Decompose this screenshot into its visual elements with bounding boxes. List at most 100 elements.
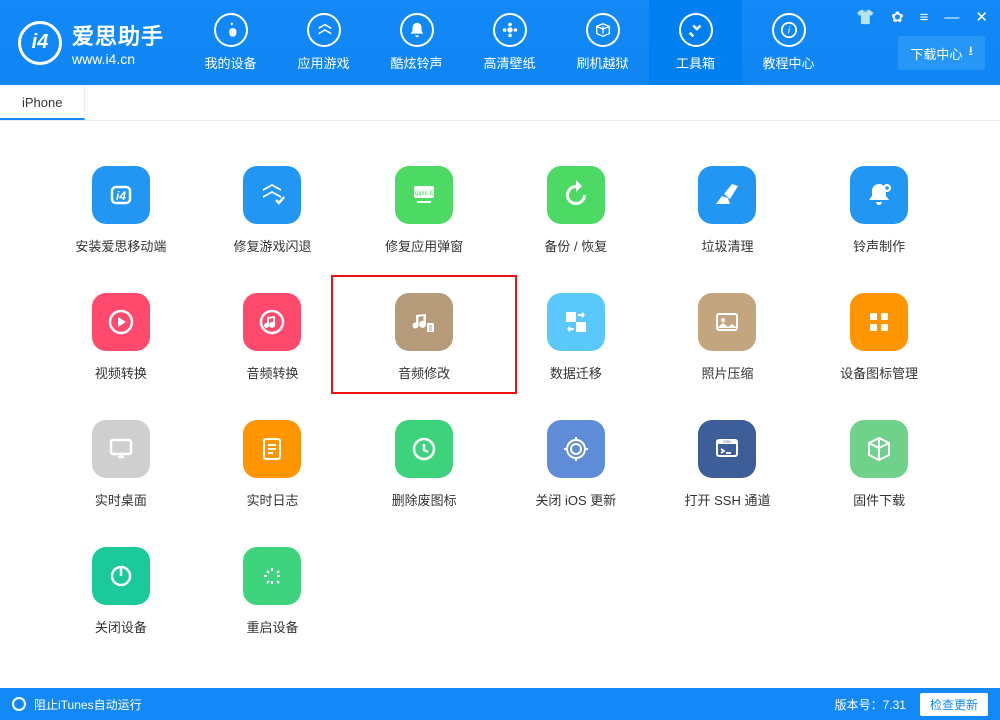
nav-item-1[interactable]: 应用游戏 xyxy=(277,0,370,85)
tool-play[interactable]: 视频转换 xyxy=(60,293,182,382)
download-icon: ⭳ xyxy=(968,42,973,64)
tool-music[interactable]: 音频转换 xyxy=(212,293,334,382)
tool-label: 修复游戏闪退 xyxy=(233,236,311,255)
tool-label: 关闭 iOS 更新 xyxy=(535,490,616,509)
tool-label: 音频转换 xyxy=(246,363,298,382)
tool-label: 固件下载 xyxy=(853,490,905,509)
nav-label: 工具箱 xyxy=(676,53,715,72)
tool-clock[interactable]: 删除废图标 xyxy=(363,420,485,509)
itunes-toggle[interactable]: 阻止iTunes自动运行 xyxy=(12,696,142,713)
nav-label: 刷机越狱 xyxy=(577,53,629,72)
app-logo: i4 爱思助手 www.i4.cn xyxy=(18,19,164,67)
box-icon xyxy=(586,13,620,47)
nav-item-0[interactable]: 我的设备 xyxy=(184,0,277,85)
cube-icon xyxy=(850,420,908,478)
tool-ssh[interactable]: SSH打开 SSH 通道 xyxy=(667,420,789,509)
tool-i4[interactable]: i4安装爱思移动端 xyxy=(60,166,182,255)
app-header: i4 爱思助手 www.i4.cn 我的设备 应用游戏 酷炫铃声 高清壁纸刷机越狱 工具… xyxy=(0,0,1000,85)
tools-grid: i4安装爱思移动端修复游戏闪退 Apple ID 修复应用弹窗 备份 / 恢复 垃圾清理… xyxy=(60,166,940,636)
power-icon xyxy=(92,547,150,605)
tool-apps-check[interactable]: 修复游戏闪退 xyxy=(212,166,334,255)
restore-icon xyxy=(547,166,605,224)
tool-label: 垃圾清理 xyxy=(701,236,753,255)
migrate-icon xyxy=(547,293,605,351)
apps-check-icon xyxy=(243,166,301,224)
close-icon[interactable]: ✕ xyxy=(971,6,992,28)
svg-text:i4: i4 xyxy=(116,189,126,203)
tools-panel: i4安装爱思移动端修复游戏闪退 Apple ID 修复应用弹窗 备份 / 恢复 垃圾清理… xyxy=(0,121,1000,656)
version-text: 版本号：7.31 xyxy=(835,696,906,713)
i4-icon: i4 xyxy=(92,166,150,224)
check-update-button[interactable]: 检查更新 xyxy=(920,693,988,716)
apple-id-icon: Apple ID xyxy=(395,166,453,224)
tool-label: 铃声制作 xyxy=(853,236,905,255)
grid-icon xyxy=(850,293,908,351)
device-tabs: iPhone xyxy=(0,85,1000,121)
log-icon xyxy=(243,420,301,478)
tool-ios-off[interactable]: 关闭 iOS 更新 xyxy=(515,420,637,509)
nav-label: 我的设备 xyxy=(205,53,257,72)
tool-restore[interactable]: 备份 / 恢复 xyxy=(515,166,637,255)
music-edit-icon xyxy=(395,293,453,351)
flower-icon xyxy=(493,13,527,47)
window-controls: 👕 ✿ ≡ ― ✕ xyxy=(852,6,992,28)
monitor-icon xyxy=(92,420,150,478)
tool-bell-plus[interactable]: 铃声制作 xyxy=(818,166,940,255)
tool-music-edit[interactable]: 音频修改 xyxy=(363,293,485,382)
download-center-button[interactable]: 下载中心 ⭳ xyxy=(898,36,985,70)
download-center-label: 下载中心 xyxy=(910,44,962,63)
tool-label: 关闭设备 xyxy=(95,617,147,636)
tool-apple-id[interactable]: Apple ID 修复应用弹窗 xyxy=(363,166,485,255)
tool-label: 照片压缩 xyxy=(701,363,753,382)
nav-item-6[interactable]: i 教程中心 xyxy=(742,0,835,85)
broom-icon xyxy=(698,166,756,224)
tool-label: 数据迁移 xyxy=(550,363,602,382)
tool-migrate[interactable]: 数据迁移 xyxy=(515,293,637,382)
tshirt-icon[interactable]: 👕 xyxy=(852,6,879,28)
status-bar: 阻止iTunes自动运行 版本号：7.31 检查更新 xyxy=(0,688,1000,720)
settings-icon[interactable]: ✿ xyxy=(887,6,908,28)
tool-monitor[interactable]: 实时桌面 xyxy=(60,420,182,509)
nav-item-5[interactable]: 工具箱 xyxy=(649,0,742,85)
menu-icon[interactable]: ≡ xyxy=(916,7,933,28)
clock-icon xyxy=(395,420,453,478)
tab-iphone[interactable]: iPhone xyxy=(0,85,85,120)
tool-cube[interactable]: 固件下载 xyxy=(818,420,940,509)
svg-text:SSH: SSH xyxy=(724,440,732,444)
tool-label: 实时日志 xyxy=(246,490,298,509)
bell-plus-icon xyxy=(850,166,908,224)
nav-item-2[interactable]: 酷炫铃声 xyxy=(370,0,463,85)
minimize-icon[interactable]: ― xyxy=(940,7,963,28)
bell-icon xyxy=(400,13,434,47)
nav-item-3[interactable]: 高清壁纸 xyxy=(463,0,556,85)
svg-text:i: i xyxy=(787,26,790,37)
nav-item-4[interactable]: 刷机越狱 xyxy=(556,0,649,85)
tool-label: 音频修改 xyxy=(398,363,450,382)
itunes-label: 阻止iTunes自动运行 xyxy=(34,696,142,713)
tools-icon xyxy=(679,13,713,47)
music-icon xyxy=(243,293,301,351)
radio-off-icon xyxy=(12,697,26,711)
apps-icon xyxy=(307,13,341,47)
logo-icon: i4 xyxy=(18,21,62,65)
tool-label: 视频转换 xyxy=(95,363,147,382)
ios-off-icon xyxy=(547,420,605,478)
ssh-icon: SSH xyxy=(698,420,756,478)
tool-power[interactable]: 关闭设备 xyxy=(60,547,182,636)
tool-photo[interactable]: 照片压缩 xyxy=(667,293,789,382)
apple-icon xyxy=(214,13,248,47)
svg-text:Apple ID: Apple ID xyxy=(413,191,437,197)
tool-label: 实时桌面 xyxy=(95,490,147,509)
tool-broom[interactable]: 垃圾清理 xyxy=(667,166,789,255)
tool-label: 重启设备 xyxy=(246,617,298,636)
nav-label: 教程中心 xyxy=(763,53,815,72)
tool-log[interactable]: 实时日志 xyxy=(212,420,334,509)
tool-reboot[interactable]: 重启设备 xyxy=(212,547,334,636)
nav-label: 应用游戏 xyxy=(298,53,350,72)
photo-icon xyxy=(698,293,756,351)
nav-label: 酷炫铃声 xyxy=(391,53,443,72)
tool-label: 备份 / 恢复 xyxy=(544,236,607,255)
app-url: www.i4.cn xyxy=(72,51,164,67)
tool-label: 修复应用弹窗 xyxy=(385,236,463,255)
tool-grid[interactable]: 设备图标管理 xyxy=(818,293,940,382)
